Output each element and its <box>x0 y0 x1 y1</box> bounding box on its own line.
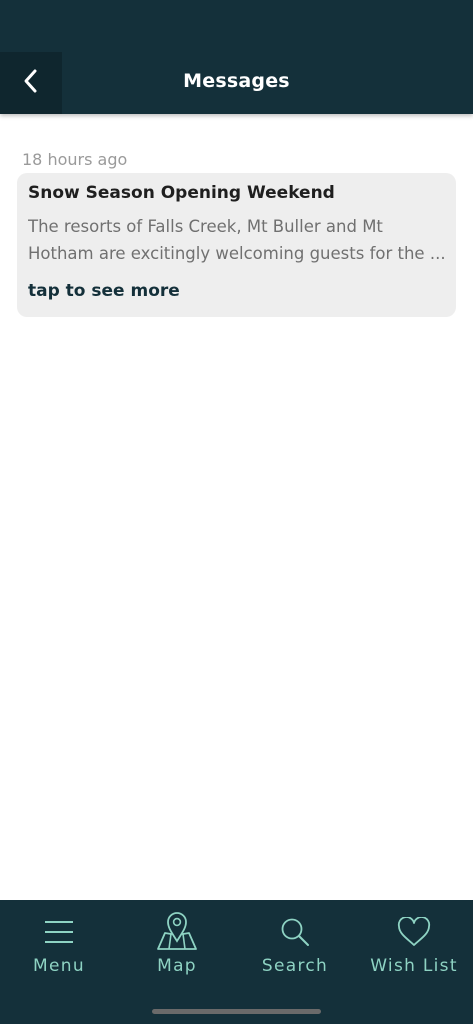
nav-item-menu[interactable]: Menu <box>0 900 118 1000</box>
nav-label: Search <box>261 956 329 976</box>
page-title: Messages <box>183 70 290 92</box>
heart-icon <box>392 910 436 954</box>
app: Messages 18 hours ago Snow Season Openin… <box>0 0 473 1024</box>
bottom-nav: Menu Map Search Wish List <box>0 900 473 1024</box>
nav-label: Menu <box>33 956 85 976</box>
menu-icon <box>37 910 81 954</box>
nav-item-search[interactable]: Search <box>236 900 354 1000</box>
home-indicator <box>152 1009 321 1014</box>
message-preview-line: Hotham are excitingly welcoming guests f… <box>28 244 446 263</box>
header-bar: Messages <box>0 0 473 114</box>
nav-item-map[interactable]: Map <box>118 900 236 1000</box>
see-more-link[interactable]: tap to see more <box>28 281 180 301</box>
message-card[interactable]: Snow Season Opening Weekend The resorts … <box>17 173 456 317</box>
message-title: Snow Season Opening Weekend <box>28 183 335 203</box>
nav-label: Wish List <box>370 956 458 976</box>
message-timestamp: 18 hours ago <box>22 150 128 169</box>
map-pin-icon <box>155 910 199 954</box>
message-preview-line: The resorts of Falls Creek, Mt Buller an… <box>28 217 383 236</box>
nav-label: Map <box>157 956 197 976</box>
nav-item-wish-list[interactable]: Wish List <box>355 900 473 1000</box>
message-preview: The resorts of Falls Creek, Mt Buller an… <box>28 213 448 267</box>
search-icon <box>273 910 317 954</box>
